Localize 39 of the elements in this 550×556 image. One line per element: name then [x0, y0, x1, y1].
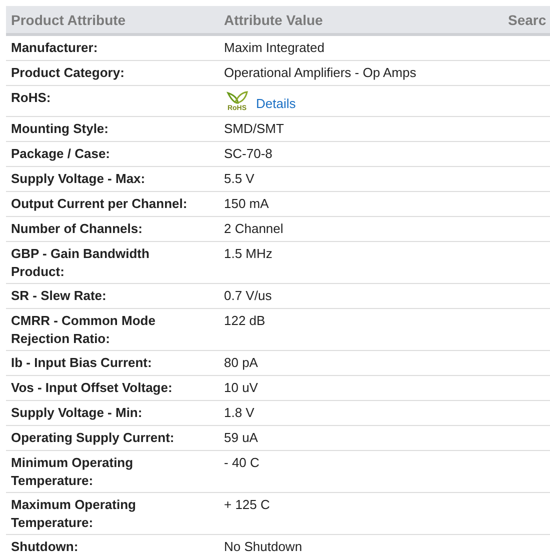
attribute-value: 122 dB — [223, 312, 266, 330]
attribute-value: 10 uV — [223, 379, 258, 397]
attribute-name: Mounting Style: — [10, 120, 110, 138]
attribute-name: Maximum Operating Temperature: — [10, 496, 137, 532]
attribute-name: Ib - Input Bias Current: — [10, 354, 153, 372]
column-header: Product Attribute — [10, 12, 127, 28]
column-header: Searc — [507, 12, 548, 28]
attribute-name: Package / Case: — [10, 145, 112, 163]
attribute-value: 80 pA — [223, 354, 258, 372]
attribute-name: Minimum Operating Temperature: — [10, 454, 134, 490]
attribute-value: 2 Channel — [223, 220, 284, 238]
attribute-value: Maxim Integrated — [223, 39, 324, 57]
attribute-name: Product Category: — [10, 64, 126, 82]
attribute-value: 150 mA — [223, 195, 269, 213]
attribute-value: - 40 C — [223, 454, 260, 472]
attribute-name: CMRR - Common Mode Rejection Ratio: — [10, 312, 156, 348]
attribute-value: 5.5 V — [223, 170, 254, 188]
attribute-name: Manufacturer: — [10, 39, 99, 57]
attribute-name: GBP - Gain Bandwidth Product: — [10, 245, 150, 281]
attribute-value: 59 uA — [223, 429, 258, 447]
attribute-name: SR - Slew Rate: — [10, 287, 108, 305]
attribute-value: No Shutdown — [223, 538, 302, 556]
attribute-value: Operational Amplifiers - Op Amps — [223, 64, 416, 82]
attribute-name: Vos - Input Offset Voltage: — [10, 379, 174, 397]
attribute-name: Output Current per Channel: — [10, 195, 188, 213]
attribute-value: 1.8 V — [223, 404, 254, 422]
column-header: Attribute Value — [223, 12, 324, 28]
attribute-value: 0.7 V/us — [223, 287, 272, 305]
attribute-value: SMD/SMT — [223, 120, 284, 138]
attribute-value: 1.5 MHz — [223, 245, 272, 263]
attribute-name: Number of Channels: — [10, 220, 144, 238]
attribute-value: + 125 C — [223, 496, 270, 514]
details-link[interactable]: Details — [256, 95, 296, 113]
attribute-name: RoHS: — [10, 89, 52, 107]
attribute-name: Shutdown: — [10, 538, 80, 556]
attribute-name: Supply Voltage - Max: — [10, 170, 146, 188]
attribute-name: Supply Voltage - Min: — [10, 404, 144, 422]
attribute-name: Operating Supply Current: — [10, 429, 176, 447]
attribute-value: SC-70-8 — [223, 145, 272, 163]
